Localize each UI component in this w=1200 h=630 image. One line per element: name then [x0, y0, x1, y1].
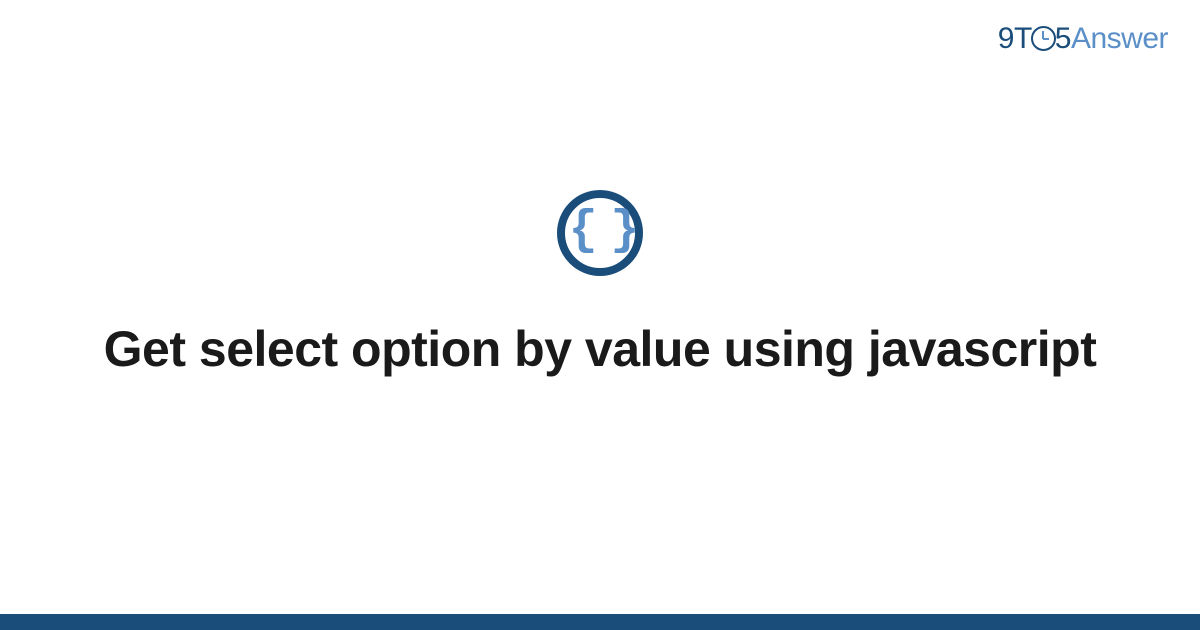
code-braces-icon: { } [557, 190, 643, 276]
braces-glyph: { } [569, 207, 631, 255]
page-title: Get select option by value using javascr… [104, 318, 1097, 381]
main-content: { } Get select option by value using jav… [0, 0, 1200, 630]
footer-accent-bar [0, 614, 1200, 630]
